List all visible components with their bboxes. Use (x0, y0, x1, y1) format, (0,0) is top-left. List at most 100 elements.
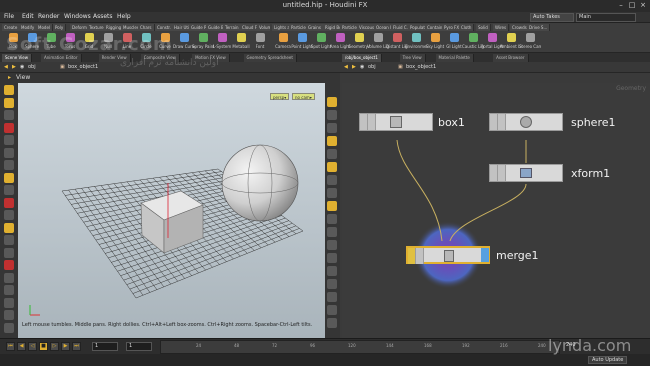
right-shelf-tab[interactable]: Drive S... (527, 24, 551, 31)
menu-windows[interactable]: Windows (64, 13, 91, 20)
node-label-xform[interactable]: xform1 (571, 167, 610, 180)
viewer-tool-icon[interactable] (4, 260, 14, 270)
viewer-tool-icon[interactable] (4, 160, 14, 170)
play-icon[interactable]: ▷ (50, 342, 59, 351)
bypass-flag[interactable] (490, 165, 498, 181)
back-icon[interactable]: ◀ (344, 64, 348, 70)
right-shelf-tab[interactable]: Cloth (459, 24, 475, 31)
display-option-icon[interactable] (327, 292, 337, 302)
viewer-tool-icon[interactable] (4, 85, 14, 95)
right-shelf-tab[interactable]: Wires (493, 24, 510, 31)
left-shelf-tab[interactable]: Poly (53, 24, 67, 31)
node-label-merge[interactable]: merge1 (496, 249, 539, 262)
forward-icon[interactable]: ▶ (352, 64, 356, 70)
left-shelf-tab[interactable]: Model (36, 24, 54, 31)
viewer-tool-icon[interactable] (4, 210, 14, 220)
auto-takes-button[interactable]: Auto Takes (530, 13, 574, 22)
display-option-icon[interactable] (327, 136, 337, 146)
menu-file[interactable]: File (4, 13, 14, 20)
display-option-icon[interactable] (327, 175, 337, 185)
jump-start-icon[interactable]: ⏮ (6, 342, 15, 351)
display-flag[interactable] (481, 248, 489, 262)
left-shelf-tool[interactable]: Font (249, 33, 271, 52)
jump-end-icon[interactable]: ⏭ (72, 342, 81, 351)
pane-tab[interactable]: Tree View (399, 54, 426, 62)
viewer-tool-icon[interactable] (4, 147, 14, 158)
viewer-tool-icon[interactable] (4, 310, 14, 320)
viewer-tool-icon[interactable] (4, 97, 14, 108)
display-option-icon[interactable] (327, 123, 337, 133)
display-option-icon[interactable] (327, 149, 337, 159)
display-option-icon[interactable] (327, 279, 337, 289)
frame-start-field[interactable]: 1 (92, 342, 118, 351)
display-option-icon[interactable] (327, 305, 337, 315)
node-box[interactable] (359, 113, 433, 131)
viewer-tool-icon[interactable] (4, 222, 14, 233)
left-shelf-tab[interactable]: Create (2, 24, 21, 31)
pane-tab[interactable]: Animation Editor (41, 54, 82, 62)
stop-icon[interactable]: ■ (39, 342, 48, 351)
right-shelf-tab[interactable]: Grains (306, 24, 324, 31)
desktop-select[interactable]: Main (576, 13, 636, 22)
display-option-icon[interactable] (327, 97, 337, 107)
play-backward-icon[interactable]: ◁ (28, 342, 37, 351)
left-shelf-tab[interactable]: Chars (138, 24, 155, 31)
node-merge[interactable] (406, 246, 490, 264)
minimize-icon[interactable]: – (616, 1, 626, 10)
path-segment-object[interactable]: box_object1 (406, 64, 436, 70)
node-sphere[interactable] (489, 113, 563, 131)
viewer-tool-icon[interactable] (4, 235, 14, 245)
viewer-tool-icon[interactable] (4, 135, 14, 145)
maximize-icon[interactable]: □ (627, 1, 637, 10)
pane-tab[interactable]: Material Palette (435, 54, 474, 62)
menu-edit[interactable]: Edit (22, 13, 34, 20)
frame-ruler[interactable]: 24 48 72 96 120 144 168 192 216 240 (160, 340, 560, 354)
display-option-icon[interactable] (327, 110, 337, 120)
node-label-sphere[interactable]: sphere1 (571, 116, 616, 129)
display-option-icon[interactable] (327, 227, 337, 237)
lock-flag[interactable] (498, 165, 506, 181)
bypass-flag[interactable] (408, 248, 416, 264)
network-editor[interactable]: Geometry box1 sphere1 xform1 merge1 (342, 83, 650, 338)
pane-tab[interactable]: Geometry Spreadsheet (243, 54, 297, 62)
display-option-icon[interactable] (327, 162, 337, 172)
menu-assets[interactable]: Assets (93, 13, 113, 20)
menu-render[interactable]: Render (38, 13, 59, 20)
right-shelf-tool[interactable]: Stereo Cam (519, 33, 541, 52)
pane-tab[interactable]: Scene View (2, 54, 32, 62)
pane-tab[interactable]: /obj/box_object1 (342, 54, 382, 62)
display-option-icon[interactable] (327, 240, 337, 250)
left-shelf-tab[interactable]: Modify (19, 24, 38, 31)
display-option-icon[interactable] (327, 188, 337, 198)
back-icon[interactable]: ◀ (4, 64, 8, 70)
right-shelf-tab[interactable]: Solid (476, 24, 491, 31)
viewer-tool-icon[interactable] (4, 172, 14, 183)
viewer-tool-icon[interactable] (4, 247, 14, 258)
display-option-icon[interactable] (327, 253, 337, 263)
node-xform[interactable] (489, 164, 563, 182)
display-option-icon[interactable] (327, 214, 337, 224)
viewer-tool-icon[interactable] (4, 185, 14, 195)
display-option-icon[interactable] (327, 318, 337, 328)
viewer-tool-icon[interactable] (4, 272, 14, 283)
camera-menu[interactable]: no cam▾ (292, 93, 315, 100)
lock-flag[interactable] (368, 114, 376, 130)
close-icon[interactable]: × (638, 1, 648, 10)
viewer-tool-icon[interactable] (4, 285, 14, 295)
step-forward-icon[interactable]: ▶ (61, 342, 70, 351)
frame-current-field[interactable]: 1 (126, 342, 152, 351)
forward-icon[interactable]: ▶ (12, 64, 16, 70)
scene-viewport[interactable]: Left mouse tumbles. Middle pans. Right d… (18, 83, 325, 338)
viewer-tool-icon[interactable] (4, 297, 14, 308)
viewer-tool-icon[interactable] (4, 322, 14, 333)
viewer-tool-icon[interactable] (4, 197, 14, 208)
path-segment-object[interactable]: box_object1 (68, 64, 98, 70)
menu-help[interactable]: Help (117, 13, 131, 20)
lock-flag[interactable] (498, 114, 506, 130)
auto-update-button[interactable]: Auto Update (588, 356, 628, 364)
viewer-tool-icon[interactable] (4, 110, 14, 120)
display-option-icon[interactable] (327, 266, 337, 276)
lock-flag[interactable] (416, 248, 424, 264)
path-segment-obj[interactable]: obj (28, 64, 36, 70)
pane-tab[interactable]: Asset Browser (493, 54, 529, 62)
